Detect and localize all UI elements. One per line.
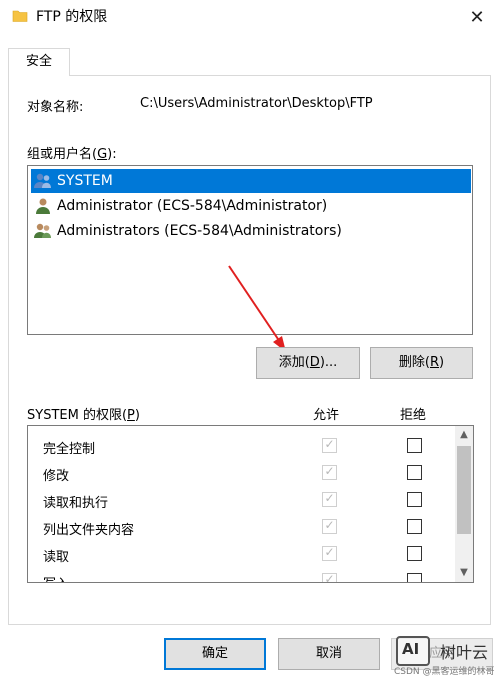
user-icon: [36, 198, 50, 214]
permission-name: 列出文件夹内容: [43, 523, 135, 538]
allow-column-header: 允许: [313, 408, 340, 423]
deny-checkbox[interactable]: [407, 546, 422, 561]
deny-checkbox[interactable]: [407, 465, 422, 480]
object-name-label: 对象名称:: [27, 100, 84, 115]
deny-checkbox[interactable]: [407, 519, 422, 534]
close-button[interactable]: ✕: [454, 0, 500, 34]
allow-checkbox: ✓: [322, 518, 337, 534]
permission-row: 完全控制 ✓: [28, 433, 452, 460]
close-icon: ✕: [469, 6, 485, 28]
deny-checkbox[interactable]: [407, 573, 422, 582]
scrollbar-thumb[interactable]: [457, 446, 471, 534]
users-group-icon: [34, 223, 51, 238]
window-title: FTP 的权限: [36, 9, 108, 25]
watermark-name: 树叶云: [440, 643, 489, 662]
permissions-list[interactable]: 完全控制 ✓ 修改 ✓ 读取和执行 ✓ 列出文件夹内容 ✓ 读取 ✓ 写入 ✓ …: [27, 425, 474, 583]
list-item[interactable]: SYSTEM: [31, 169, 471, 193]
permission-row: 列出文件夹内容 ✓: [28, 514, 452, 541]
check-icon: ✓: [324, 491, 335, 505]
chevron-down-icon[interactable]: ▼: [455, 564, 473, 582]
list-item[interactable]: Administrators (ECS-584\Administrators): [31, 219, 471, 243]
deny-checkbox[interactable]: [407, 492, 422, 507]
permission-name: 完全控制: [43, 442, 96, 457]
permission-row: 写入 ✓: [28, 568, 452, 583]
allow-checkbox: ✓: [322, 437, 337, 453]
deny-checkbox[interactable]: [407, 438, 422, 453]
check-icon: ✓: [324, 464, 335, 478]
allow-checkbox: ✓: [322, 464, 337, 480]
cancel-button[interactable]: 取消: [278, 638, 380, 670]
annotation-arrow-icon: [228, 265, 286, 352]
add-button[interactable]: 添加(D)...: [256, 347, 360, 379]
users-group-icon: [34, 173, 51, 188]
permission-name: 读取和执行: [43, 496, 109, 511]
permission-row: 读取和执行 ✓: [28, 487, 452, 514]
allow-checkbox: ✓: [322, 491, 337, 507]
tab-security[interactable]: 安全: [8, 48, 70, 76]
watermark-subtext: CSDN @黑客运维的林哥: [394, 667, 495, 677]
permission-name: 修改: [43, 469, 70, 484]
permissions-title: SYSTEM 的权限(P): [27, 408, 140, 423]
delete-button[interactable]: 删除(R): [370, 347, 473, 379]
allow-checkbox: ✓: [322, 572, 337, 583]
permissions-scrollbar[interactable]: ▲ ▼: [455, 426, 473, 582]
title-bar: FTP 的权限 ✕: [0, 0, 500, 34]
list-item[interactable]: Administrator (ECS-584\Administrator): [31, 194, 471, 218]
user-name: SYSTEM: [57, 173, 113, 189]
allow-checkbox: ✓: [322, 545, 337, 561]
check-icon: ✓: [324, 437, 335, 451]
permission-row: 修改 ✓: [28, 460, 452, 487]
check-icon: ✓: [324, 545, 335, 559]
watermark-logo: AI: [396, 636, 430, 666]
permission-name: 读取: [43, 550, 70, 565]
folder-icon: [12, 10, 28, 22]
groups-label: 组或用户名(G):: [27, 147, 117, 162]
watermark: AI 树叶云 CSDN @黑客运维的林哥: [394, 636, 500, 677]
permission-row: 读取 ✓: [28, 541, 452, 568]
object-name-value: C:\Users\Administrator\Desktop\FTP: [140, 96, 373, 111]
user-name: Administrator (ECS-584\Administrator): [57, 198, 328, 214]
permission-name: 写入: [43, 573, 69, 582]
user-name: Administrators (ECS-584\Administrators): [57, 223, 342, 239]
check-icon: ✓: [324, 518, 335, 532]
deny-column-header: 拒绝: [400, 408, 427, 423]
chevron-up-icon[interactable]: ▲: [455, 426, 473, 444]
ok-button[interactable]: 确定: [164, 638, 266, 670]
check-icon: ✓: [324, 572, 335, 583]
